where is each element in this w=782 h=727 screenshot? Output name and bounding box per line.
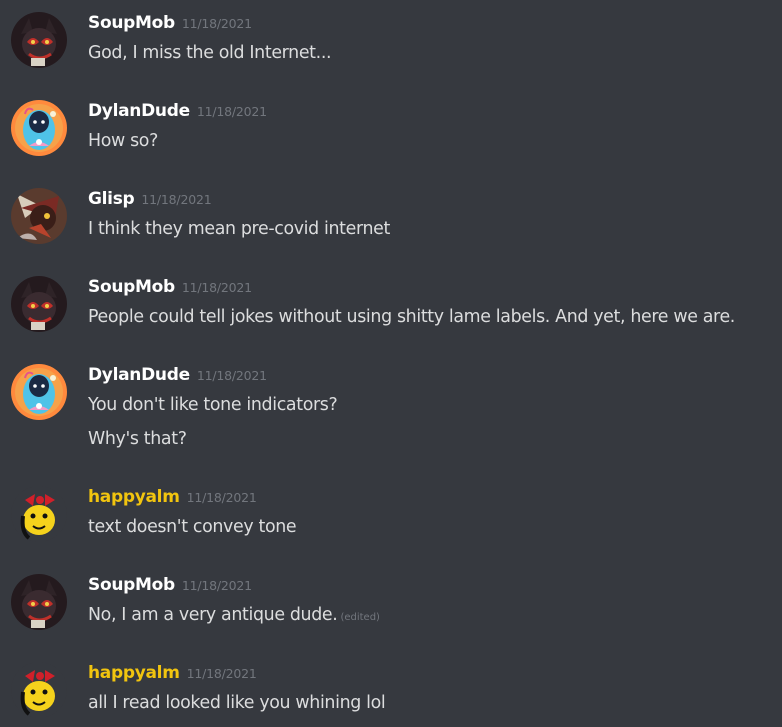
- username[interactable]: SoupMob: [88, 13, 175, 33]
- message-text: How so?: [88, 131, 158, 151]
- timestamp: 11/18/2021: [196, 368, 267, 383]
- soupmob-avatar[interactable]: [11, 276, 67, 332]
- message-text: God, I miss the old Internet...: [88, 43, 332, 63]
- message-header: happyalm 11/18/2021: [88, 662, 257, 684]
- username[interactable]: DylanDude: [88, 101, 190, 121]
- message-text: all I read looked like you whining lol: [88, 693, 386, 713]
- username[interactable]: SoupMob: [88, 575, 175, 595]
- message-text: No, I am a very antique dude.: [88, 605, 338, 625]
- message-text: text doesn't convey tone: [88, 517, 297, 537]
- dylandude-avatar-icon: [11, 100, 67, 156]
- edited-label: (edited): [340, 612, 380, 623]
- username[interactable]: SoupMob: [88, 277, 175, 297]
- message-header: happyalm 11/18/2021: [88, 486, 257, 508]
- dylandude-avatar-icon: [11, 364, 67, 420]
- message-header: SoupMob 11/18/2021: [88, 276, 252, 298]
- message-header: SoupMob 11/18/2021: [88, 12, 252, 34]
- message-text-line: No, I am a very antique dude. (edited): [88, 604, 380, 629]
- message-header: DylanDude 11/18/2021: [88, 364, 267, 386]
- dylandude-avatar[interactable]: [11, 364, 67, 420]
- timestamp: 11/18/2021: [181, 578, 252, 593]
- timestamp: 11/18/2021: [186, 490, 257, 505]
- soupmob-avatar-icon: [11, 12, 67, 68]
- timestamp: 11/18/2021: [141, 192, 212, 207]
- message-header: Glisp 11/18/2021: [88, 188, 212, 210]
- soupmob-avatar[interactable]: [11, 574, 67, 630]
- happyalm-avatar-icon: [11, 486, 67, 542]
- message-header: SoupMob 11/18/2021: [88, 574, 252, 596]
- happyalm-avatar[interactable]: [11, 662, 67, 718]
- message-text: You don't like tone indicators?: [88, 395, 338, 415]
- glisp-avatar[interactable]: [11, 188, 67, 244]
- username[interactable]: happyalm: [88, 663, 180, 683]
- username[interactable]: happyalm: [88, 487, 180, 507]
- timestamp: 11/18/2021: [181, 16, 252, 31]
- message-text: I think they mean pre-covid internet: [88, 219, 390, 239]
- message-text: Why's that?: [88, 429, 187, 449]
- message-header: DylanDude 11/18/2021: [88, 100, 267, 122]
- glisp-avatar-icon: [11, 188, 67, 244]
- soupmob-avatar[interactable]: [11, 12, 67, 68]
- timestamp: 11/18/2021: [196, 104, 267, 119]
- timestamp: 11/18/2021: [186, 666, 257, 681]
- dylandude-avatar[interactable]: [11, 100, 67, 156]
- timestamp: 11/18/2021: [181, 280, 252, 295]
- username[interactable]: DylanDude: [88, 365, 190, 385]
- soupmob-avatar-icon: [11, 276, 67, 332]
- happyalm-avatar-icon: [11, 662, 67, 718]
- username[interactable]: Glisp: [88, 189, 135, 209]
- soupmob-avatar-icon: [11, 574, 67, 630]
- message-text: People could tell jokes without using sh…: [88, 307, 735, 327]
- happyalm-avatar[interactable]: [11, 486, 67, 542]
